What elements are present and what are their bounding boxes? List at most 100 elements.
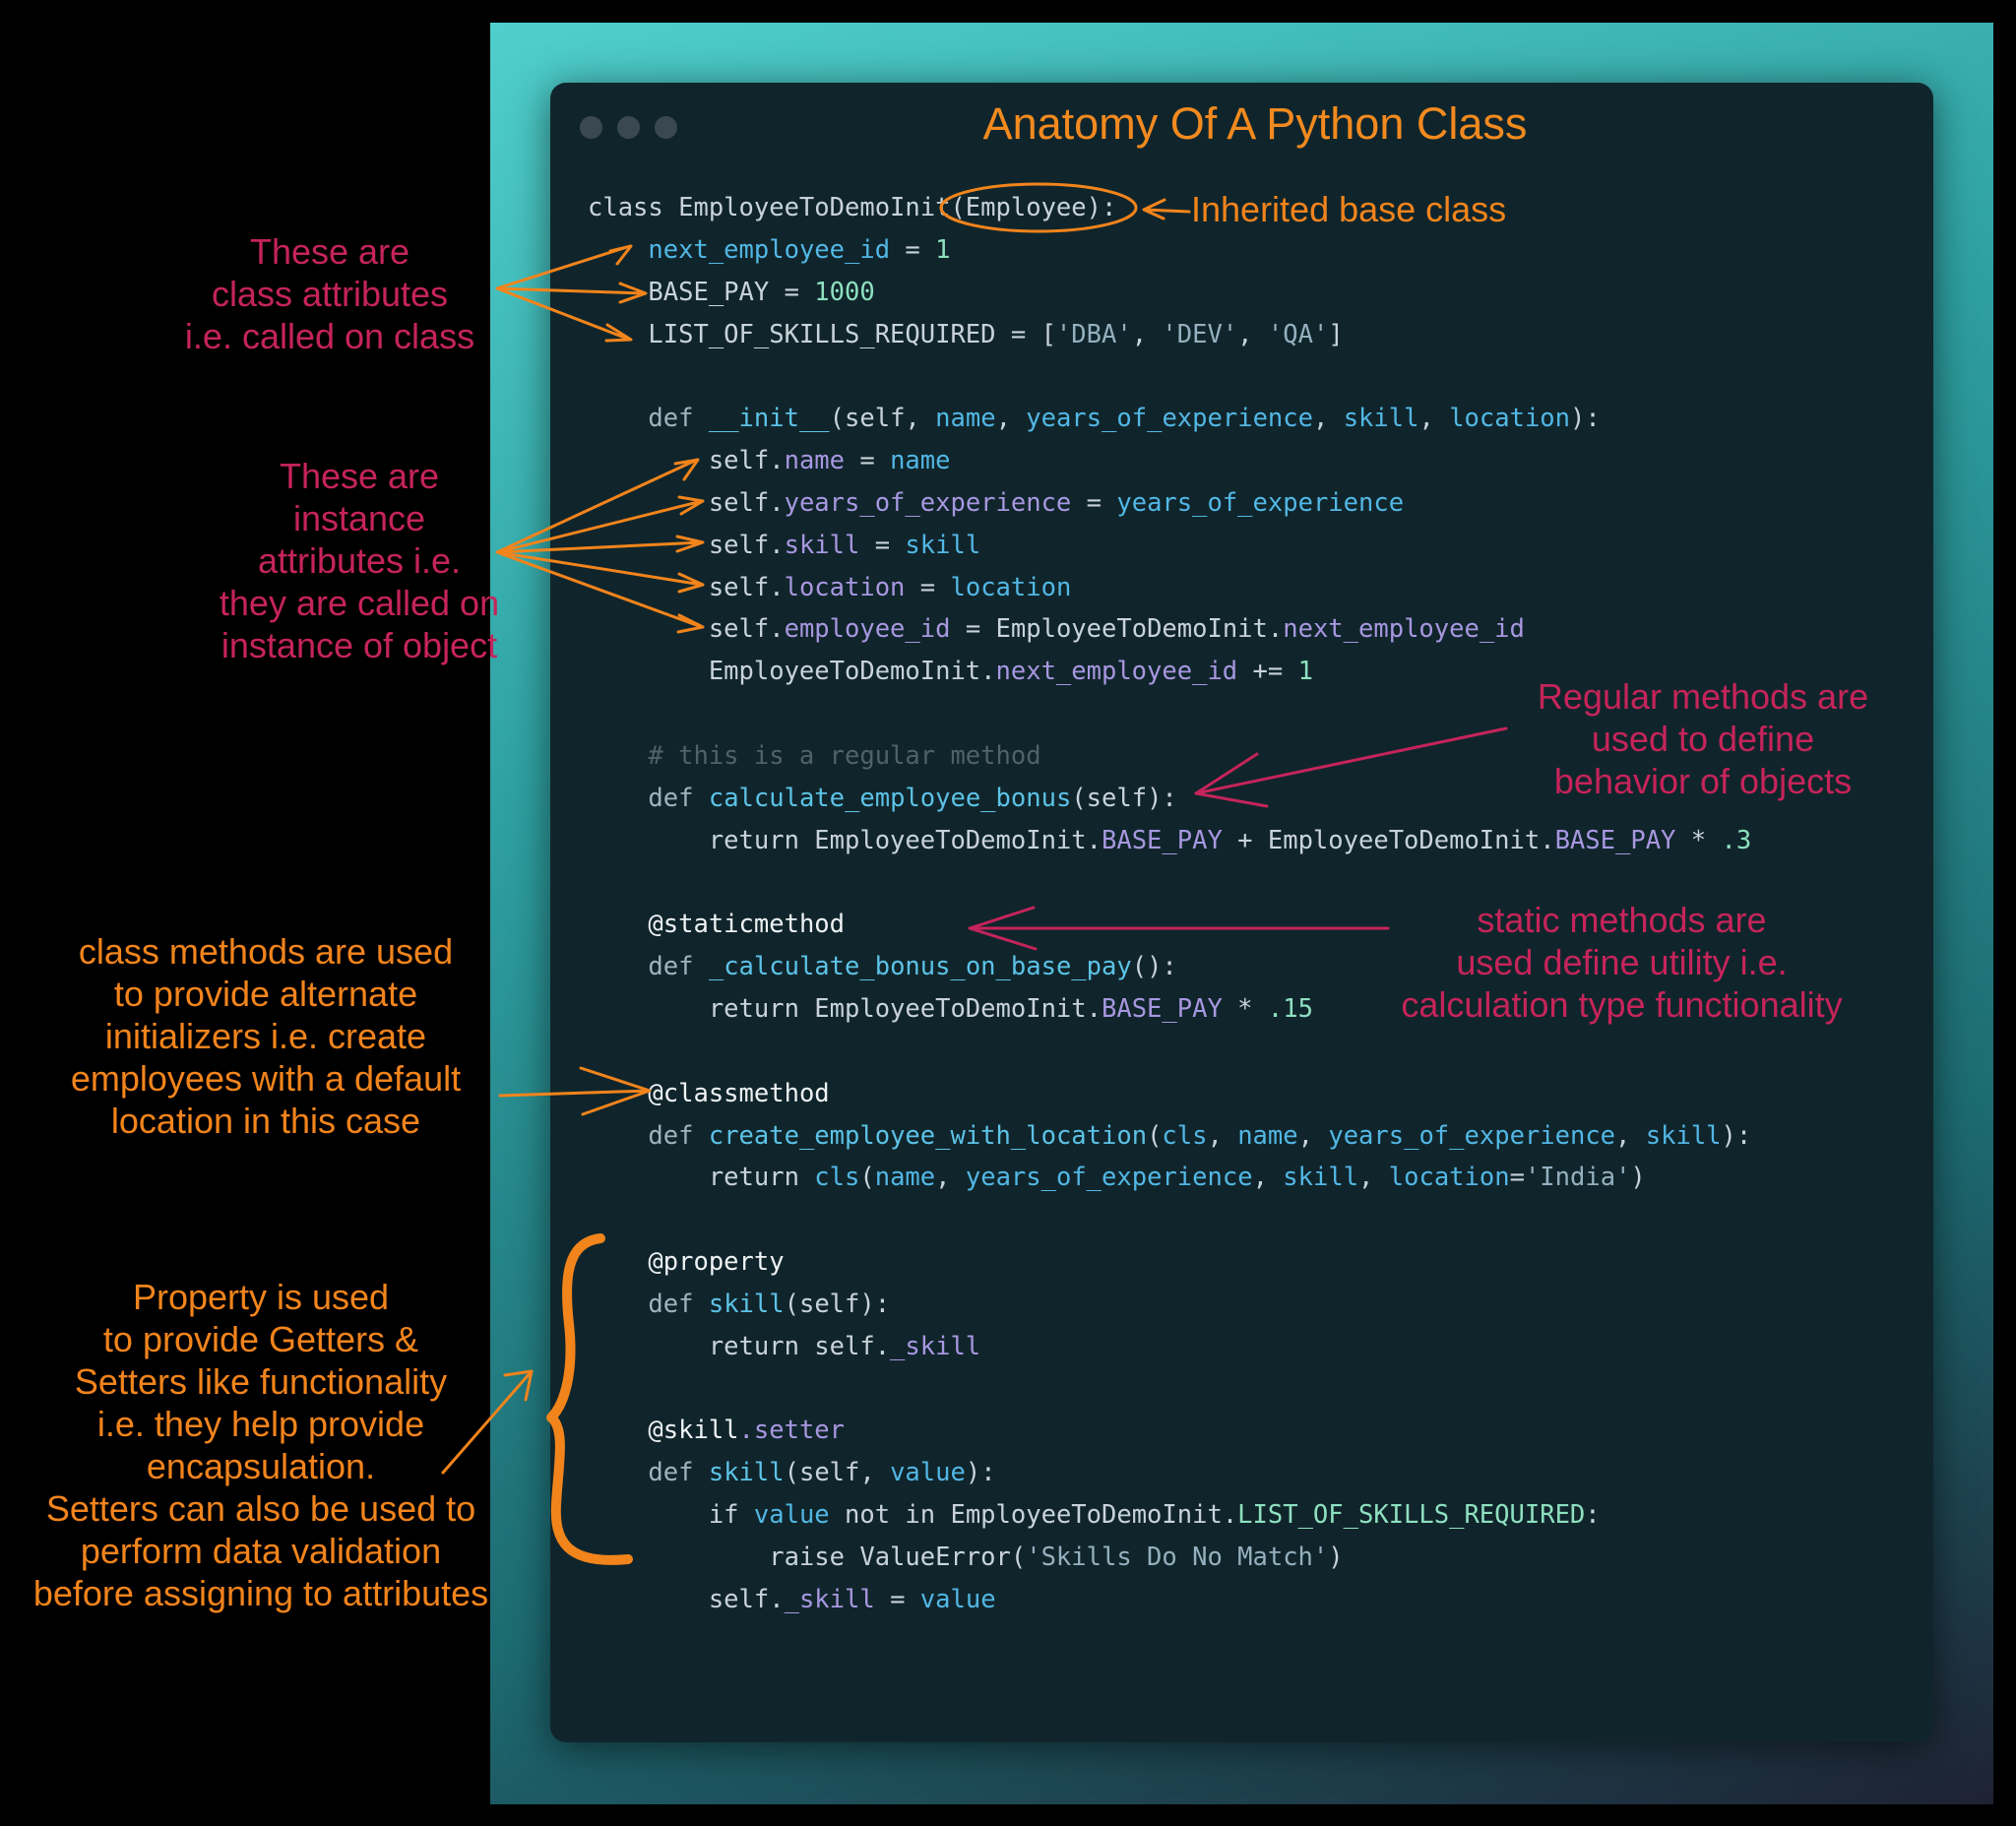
code-token: __init__ <box>708 404 830 434</box>
code-token: skill <box>905 530 981 560</box>
code-token: skill <box>1283 1163 1359 1193</box>
code-token: name <box>1237 1120 1298 1151</box>
code-token: def <box>648 1289 709 1319</box>
code-token: 'Skills Do No Match' <box>1026 1543 1329 1572</box>
code-line: @property <box>588 1241 1751 1284</box>
code-token: , <box>995 404 1027 434</box>
code-token: .setter <box>738 1416 846 1446</box>
code-token: BASE_PAY <box>1101 994 1223 1025</box>
code-line: if value not in EmployeeToDemoInit.LIST_… <box>588 1494 1751 1537</box>
code-token: return EmployeeToDemoInit. <box>588 825 1102 855</box>
code-token: BASE_PAY <box>1554 825 1676 855</box>
code-line: @classmethod <box>588 1073 1751 1115</box>
code-token: cls <box>814 1163 860 1193</box>
code-line: def __init__(self, name, years_of_experi… <box>588 398 1751 440</box>
annotation-regular-methods: Regular methods are used to define behav… <box>1537 676 1869 801</box>
code-token: BASE_PAY = <box>588 277 815 307</box>
code-token: next_employee_id <box>648 234 891 265</box>
code-token: self. <box>588 1584 785 1614</box>
code-token: skill <box>1645 1120 1722 1151</box>
code-token: self. <box>588 530 785 560</box>
code-token: _calculate_bonus_on_base_pay <box>708 952 1132 982</box>
code-token: name <box>784 446 846 476</box>
code-token: 'DEV' <box>1162 319 1238 349</box>
code-token: 'DBA' <box>1055 319 1132 349</box>
code-line: next_employee_id = 1 <box>588 229 1751 272</box>
code-token: += <box>1237 657 1298 687</box>
code-token: 'QA' <box>1267 319 1329 349</box>
code-token: def <box>648 1120 709 1151</box>
code-token: def <box>648 952 709 982</box>
code-token: (self): <box>784 1289 891 1319</box>
code-token: class EmployeeToDemoInit(Employee): <box>588 193 1117 222</box>
code-line: self.skill = skill <box>588 525 1751 567</box>
code-token: skill <box>1343 404 1419 434</box>
code-token: location <box>1388 1163 1510 1193</box>
code-line: def skill(self, value): <box>588 1452 1751 1494</box>
code-token: 1000 <box>814 277 875 307</box>
code-token: value <box>919 1584 996 1614</box>
code-token: = <box>905 572 951 602</box>
code-token: (self, <box>784 1458 891 1488</box>
code-token: = <box>1509 1163 1525 1193</box>
code-token: calculate_employee_bonus <box>708 783 1072 813</box>
code-token: * <box>1222 994 1268 1025</box>
code-token: ): <box>1570 404 1601 434</box>
code-token: create_employee_with_location <box>708 1120 1148 1151</box>
code-token: @staticmethod <box>648 910 846 940</box>
code-token: * <box>1675 825 1722 855</box>
code-token: return self. <box>588 1331 891 1361</box>
code-line: return cls(name, years_of_experience, sk… <box>588 1157 1751 1199</box>
code-token: = <box>859 530 906 560</box>
code-token: .15 <box>1267 994 1313 1025</box>
code-token: # this is a regular method <box>588 740 1041 771</box>
code-token: _skill <box>784 1584 875 1614</box>
code-line: BASE_PAY = 1000 <box>588 272 1751 314</box>
code-token: ) <box>1328 1543 1344 1572</box>
code-token: ( <box>859 1163 875 1193</box>
code-token: , <box>1615 1120 1646 1151</box>
code-token: ) <box>1630 1163 1646 1193</box>
code-token: : <box>1585 1500 1601 1531</box>
code-token: (self, <box>829 404 936 434</box>
code-token: location <box>950 572 1072 602</box>
code-line: def create_employee_with_location(cls, n… <box>588 1115 1751 1158</box>
code-token: years_of_experience <box>1328 1120 1616 1151</box>
code-token: self. <box>588 614 785 645</box>
window-dot-icon <box>617 116 640 139</box>
code-token: , <box>1131 319 1163 349</box>
code-line: return EmployeeToDemoInit.BASE_PAY + Emp… <box>588 820 1751 862</box>
code-token: return <box>588 1163 815 1193</box>
code-token: 1 <box>935 234 951 265</box>
code-token: (): <box>1131 952 1177 982</box>
code-token: BASE_PAY <box>1101 825 1223 855</box>
code-token: employee_id <box>784 614 951 645</box>
code-token: @classmethod <box>648 1078 830 1108</box>
code-token: name <box>874 1163 936 1193</box>
code-token: if <box>588 1500 754 1531</box>
code-token: ( <box>1147 1120 1163 1151</box>
code-line: raise ValueError('Skills Do No Match') <box>588 1537 1751 1579</box>
window-title: Anatomy Of A Python Class <box>982 98 1528 149</box>
code-token: ): <box>1721 1120 1752 1151</box>
code-token: , <box>1418 404 1450 434</box>
code-line: self.employee_id = EmployeeToDemoInit.ne… <box>588 608 1751 651</box>
code-token: name <box>890 446 951 476</box>
code-line: @skill.setter <box>588 1410 1751 1452</box>
code-token: ] <box>1328 319 1344 349</box>
code-token: @skill <box>648 1416 739 1446</box>
code-token: , <box>1252 1163 1284 1193</box>
code-token: @property <box>648 1247 785 1278</box>
code-token: self. <box>588 446 785 476</box>
code-token: = <box>874 1584 920 1614</box>
code-line: self._skill = value <box>588 1579 1751 1621</box>
